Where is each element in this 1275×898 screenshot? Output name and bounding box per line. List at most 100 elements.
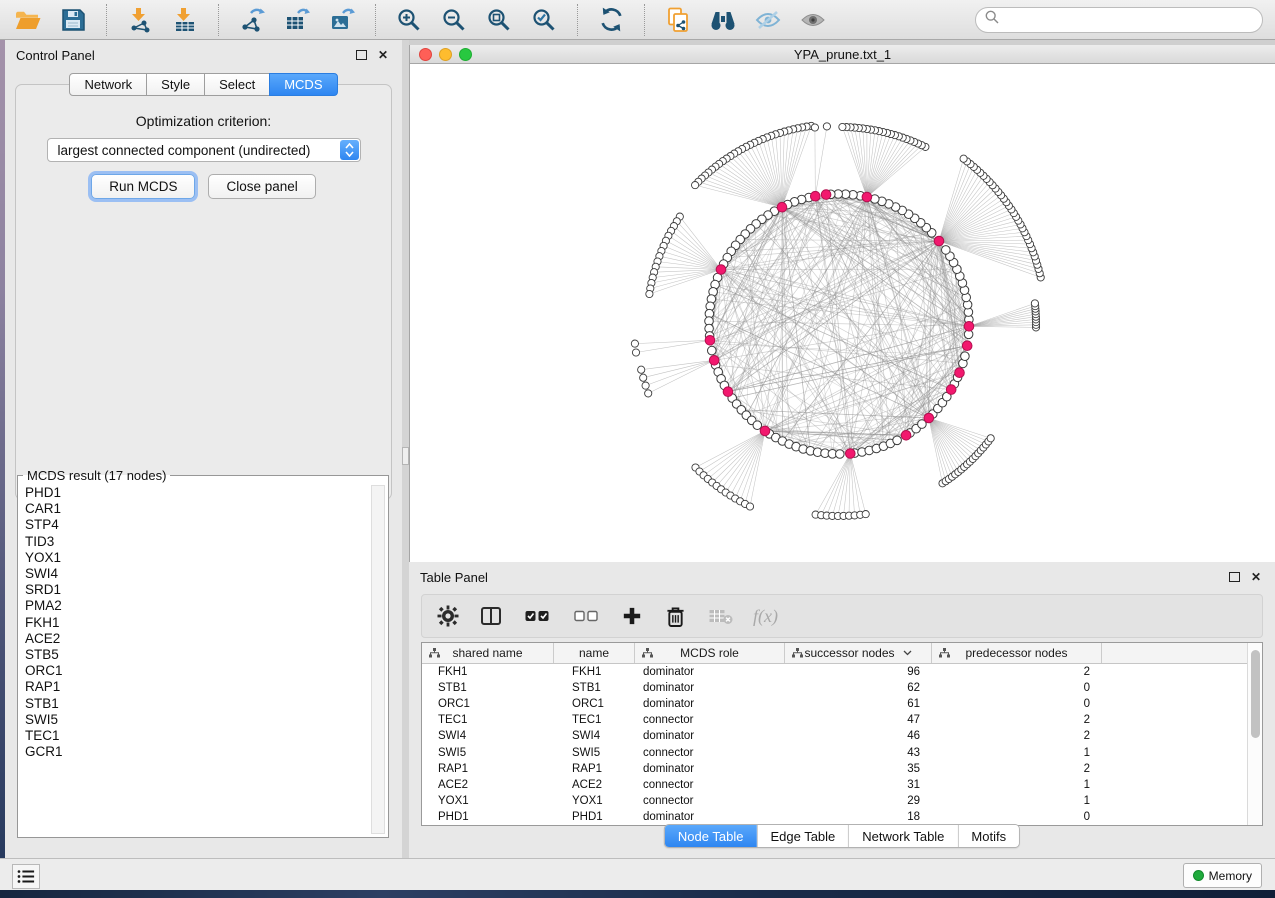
column-header-predecessor-nodes[interactable]: predecessor nodes	[932, 643, 1102, 663]
export-network-icon[interactable]	[236, 4, 268, 36]
import-table-icon[interactable]	[169, 4, 201, 36]
table-row[interactable]: ACE2ACE2connector311	[422, 777, 1262, 793]
cell-shared-name: STB1	[422, 682, 554, 694]
table-row[interactable]: YOX1YOX1connector291	[422, 793, 1262, 809]
tab-node-table[interactable]: Node Table	[665, 825, 757, 847]
import-network-icon[interactable]	[124, 4, 156, 36]
table-row[interactable]: STB1STB1dominator620	[422, 680, 1262, 696]
column-header-successor-nodes[interactable]: successor nodes	[785, 643, 932, 663]
zoom-out-icon[interactable]	[438, 4, 470, 36]
column-header-name[interactable]: name	[554, 643, 635, 663]
table-row[interactable]: SWI4SWI4dominator462	[422, 728, 1262, 744]
mcds-result-title: MCDS result (17 nodes)	[23, 468, 170, 483]
table-row[interactable]: SWI5SWI5connector431	[422, 744, 1262, 760]
unselect-all-icon[interactable]	[571, 604, 601, 628]
mcds-result-item[interactable]: GCR1	[25, 744, 366, 760]
scrollbar-thumb[interactable]	[1251, 650, 1260, 738]
copy-network-icon[interactable]	[662, 4, 694, 36]
mcds-result-item[interactable]: FKH1	[25, 615, 366, 631]
network-graph[interactable]	[410, 64, 1275, 562]
save-session-icon[interactable]	[57, 4, 89, 36]
task-history-button[interactable]	[12, 864, 40, 889]
table-panel-title: Table Panel	[420, 570, 488, 585]
search-box[interactable]	[975, 7, 1263, 33]
columns-icon[interactable]	[479, 604, 503, 628]
mcds-result-item[interactable]: STB5	[25, 647, 366, 663]
mcds-result-item[interactable]: STB1	[25, 696, 366, 712]
tab-style[interactable]: Style	[146, 73, 205, 96]
tab-network[interactable]: Network	[69, 73, 147, 96]
table-scrollbar[interactable]	[1247, 643, 1262, 825]
tab-mcds[interactable]: MCDS	[269, 73, 337, 96]
mcds-result-item[interactable]: TEC1	[25, 728, 366, 744]
table-row[interactable]: PHD1PHD1dominator180	[422, 809, 1262, 825]
float-table-panel-icon[interactable]	[1226, 569, 1242, 585]
show-all-icon[interactable]	[797, 4, 829, 36]
zoom-in-icon[interactable]	[393, 4, 425, 36]
table-panel-tabs: Node TableEdge TableNetwork TableMotifs	[664, 824, 1020, 848]
cell-name: PHD1	[554, 811, 635, 823]
select-all-icon[interactable]	[522, 604, 552, 628]
search-input[interactable]	[1005, 11, 1253, 28]
delete-column-icon[interactable]	[706, 604, 734, 628]
cell-MCDS-role: connector	[635, 795, 785, 807]
mcds-result-scrollbar[interactable]	[371, 485, 385, 834]
toolbar-separator	[644, 4, 645, 36]
cell-predecessor-nodes: 2	[932, 730, 1102, 742]
cell-name: YOX1	[554, 795, 635, 807]
hide-unselected-icon[interactable]	[752, 4, 784, 36]
mcds-result-item[interactable]: PHD1	[25, 485, 366, 501]
mcds-result-item[interactable]: YOX1	[25, 550, 366, 566]
table-row[interactable]: TEC1TEC1connector472	[422, 712, 1262, 728]
close-panel-button[interactable]: Close panel	[208, 174, 315, 199]
column-header-shared-name[interactable]: shared name	[422, 643, 554, 663]
node-table: shared namenameMCDS rolesuccessor nodesp…	[421, 642, 1263, 826]
mcds-result-item[interactable]: TID3	[25, 534, 366, 550]
float-panel-icon[interactable]	[353, 47, 369, 63]
column-header-MCDS-role[interactable]: MCDS role	[635, 643, 785, 663]
trash-icon[interactable]	[663, 604, 687, 628]
network-window-titlebar: YPA_prune.txt_1	[410, 45, 1275, 64]
open-file-icon[interactable]	[12, 4, 44, 36]
mcds-result-item[interactable]: RAP1	[25, 679, 366, 695]
mcds-result-item[interactable]: ACE2	[25, 631, 366, 647]
tab-motifs[interactable]: Motifs	[957, 825, 1019, 847]
close-table-panel-icon[interactable]: ✕	[1248, 569, 1264, 585]
run-mcds-button[interactable]: Run MCDS	[91, 174, 195, 199]
criterion-select[interactable]: largest connected component (undirected)	[47, 138, 361, 162]
memory-button[interactable]: Memory	[1183, 863, 1262, 888]
cell-MCDS-role: connector	[635, 779, 785, 791]
panel-splitter[interactable]	[402, 40, 409, 858]
tab-select[interactable]: Select	[204, 73, 270, 96]
table-row[interactable]: RAP1RAP1dominator352	[422, 761, 1262, 777]
table-row[interactable]: ORC1ORC1dominator610	[422, 696, 1262, 712]
mcds-result-item[interactable]: ORC1	[25, 663, 366, 679]
mcds-result-item[interactable]: CAR1	[25, 501, 366, 517]
function-icon[interactable]: f(x)	[753, 606, 778, 627]
mcds-result-item[interactable]: SWI4	[25, 566, 366, 582]
desktop-wallpaper-bottom	[0, 890, 1275, 898]
cell-shared-name: PHD1	[422, 811, 554, 823]
refresh-icon[interactable]	[595, 4, 627, 36]
zoom-fit-icon[interactable]	[483, 4, 515, 36]
mcds-result-item[interactable]: STP4	[25, 517, 366, 533]
cell-MCDS-role: dominator	[635, 698, 785, 710]
close-panel-icon[interactable]: ✕	[375, 47, 391, 63]
tab-network-table[interactable]: Network Table	[848, 825, 957, 847]
zoom-selected-icon[interactable]	[528, 4, 560, 36]
export-table-icon[interactable]	[281, 4, 313, 36]
cell-predecessor-nodes: 0	[932, 811, 1102, 823]
toolbar-separator	[106, 4, 107, 36]
cell-MCDS-role: dominator	[635, 666, 785, 678]
table-row[interactable]: FKH1FKH1dominator962	[422, 664, 1262, 680]
tab-edge-table[interactable]: Edge Table	[756, 825, 848, 847]
cell-shared-name: RAP1	[422, 763, 554, 775]
mcds-result-item[interactable]: PMA2	[25, 598, 366, 614]
add-icon[interactable]	[620, 604, 644, 628]
mcds-result-item[interactable]: SRD1	[25, 582, 366, 598]
cell-MCDS-role: dominator	[635, 682, 785, 694]
search-network-icon[interactable]	[707, 4, 739, 36]
mcds-result-item[interactable]: SWI5	[25, 712, 366, 728]
gear-icon[interactable]	[436, 604, 460, 628]
export-image-icon[interactable]	[326, 4, 358, 36]
